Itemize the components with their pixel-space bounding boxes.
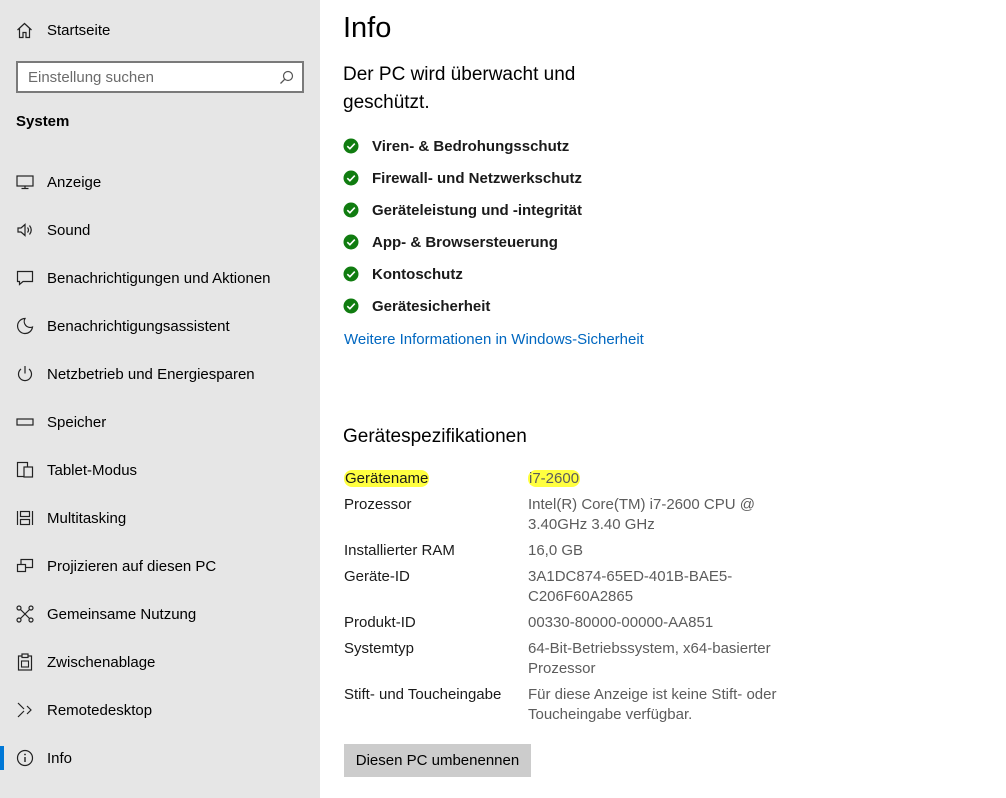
moon-icon [16, 317, 34, 335]
project-icon [16, 557, 34, 575]
speaker-icon [16, 221, 34, 239]
spec-value-ram: 16,0 GB [528, 542, 584, 559]
share-icon [16, 605, 34, 623]
protection-heading: Der PC wird überwacht und geschützt. [343, 64, 576, 113]
spec-key-system-type: Systemtyp [344, 640, 415, 657]
home-label: Startseite [47, 21, 111, 39]
sidebar-item-label: Benachrichtigungen und Aktionen [47, 269, 271, 287]
protection-item: Geräteleistung und -integrität [343, 194, 582, 226]
sidebar-item-anzeige[interactable]: Anzeige [0, 158, 320, 206]
protection-item: Viren- & Bedrohungsschutz [343, 130, 582, 162]
sidebar-item-label: Info [47, 749, 73, 767]
notification-icon [16, 269, 34, 287]
spec-key-device-id: Geräte-ID [344, 568, 410, 585]
spec-row: Geräte-ID 3A1DC874-65ED-401B-BAE5-C206F6… [344, 567, 794, 607]
spec-key-product-id: Produkt-ID [344, 614, 416, 631]
sidebar-item-benachrichtigungsassistent[interactable]: Benachrichtigungsassistent [0, 302, 320, 350]
sidebar-item-multitasking[interactable]: Multitasking [0, 494, 320, 542]
storage-icon [16, 413, 34, 431]
sidebar-item-label: Zwischenablage [47, 653, 156, 671]
sidebar-item-netzbetrieb[interactable]: Netzbetrieb und Energiesparen [0, 350, 320, 398]
spec-value-system-type: 64-Bit-Betriebssystem, x64-basierter Pro… [528, 640, 771, 677]
section-title: System [16, 113, 70, 130]
spec-key-pen-touch: Stift- und Toucheingabe [344, 686, 502, 703]
sidebar-item-label: Tablet-Modus [47, 461, 138, 479]
protection-item: App- & Browsersteuerung [343, 226, 582, 258]
protection-list: Viren- & Bedrohungsschutz Firewall- und … [343, 130, 582, 322]
sidebar-nav: Anzeige Sound Benachrichtigungen und Akt… [0, 158, 320, 782]
sidebar-item-label: Speicher [47, 413, 107, 431]
specs-title: Gerätespezifikationen [343, 426, 527, 447]
search-icon[interactable] [279, 70, 294, 85]
check-circle-icon [343, 266, 359, 282]
spec-row: Systemtyp 64-Bit-Betriebssystem, x64-bas… [344, 639, 794, 679]
spec-row: Installierter RAM 16,0 GB [344, 541, 794, 561]
check-circle-icon [343, 170, 359, 186]
spec-value-device-name: i7-2600 [528, 470, 581, 487]
tablet-icon [16, 461, 34, 479]
spec-value-device-id: 3A1DC874-65ED-401B-BAE5-C206F60A2865 [528, 568, 733, 605]
spec-row: Prozessor Intel(R) Core(TM) i7-2600 CPU … [344, 495, 794, 535]
remote-desktop-icon [16, 701, 34, 719]
sidebar-item-label: Anzeige [47, 173, 102, 191]
search-box[interactable] [16, 61, 304, 93]
info-icon [16, 749, 34, 767]
specs-table: Gerätename i7-2600 Prozessor Intel(R) Co… [344, 469, 794, 731]
home-nav-item[interactable]: Startseite [16, 18, 110, 42]
spec-value-product-id: 00330-80000-00000-AA851 [528, 614, 714, 631]
sidebar-item-label: Benachrichtigungsassistent [47, 317, 230, 335]
windows-security-link[interactable]: Weitere Informationen in Windows-Sicherh… [344, 331, 644, 348]
sidebar-item-zwischenablage[interactable]: Zwischenablage [0, 638, 320, 686]
sidebar-item-label: Remotedesktop [47, 701, 153, 719]
sidebar-item-sound[interactable]: Sound [0, 206, 320, 254]
protection-item-label: Geräteleistung und -integrität [372, 201, 583, 219]
sidebar-item-label: Netzbetrieb und Energiesparen [47, 365, 255, 383]
check-circle-icon [343, 234, 359, 250]
spec-key-processor: Prozessor [344, 496, 412, 513]
sidebar-item-label: Projizieren auf diesen PC [47, 557, 217, 575]
protection-item-label: App- & Browsersteuerung [372, 233, 558, 251]
protection-item-label: Viren- & Bedrohungsschutz [372, 137, 570, 155]
search-input[interactable] [28, 68, 279, 86]
protection-item: Firewall- und Netzwerkschutz [343, 162, 582, 194]
protection-item-label: Kontoschutz [372, 265, 463, 283]
check-circle-icon [343, 298, 359, 314]
protection-item-label: Gerätesicherheit [372, 297, 491, 315]
sidebar-item-benachrichtigungen[interactable]: Benachrichtigungen und Aktionen [0, 254, 320, 302]
multitasking-icon [16, 509, 34, 527]
clipboard-icon [16, 653, 34, 671]
sidebar-item-info[interactable]: Info [0, 734, 320, 782]
rename-pc-button[interactable]: Diesen PC umbenennen [344, 744, 531, 777]
spec-key-ram: Installierter RAM [344, 542, 455, 559]
protection-item: Gerätesicherheit [343, 290, 582, 322]
spec-value-pen-touch: Für diese Anzeige ist keine Stift- oder … [528, 686, 777, 723]
sidebar-item-remotedesktop[interactable]: Remotedesktop [0, 686, 320, 734]
monitor-icon [16, 173, 34, 191]
sidebar-item-label: Multitasking [47, 509, 127, 527]
spec-value-processor: Intel(R) Core(TM) i7-2600 CPU @ 3.40GHz … [528, 496, 755, 533]
check-circle-icon [343, 138, 359, 154]
power-icon [16, 365, 34, 383]
check-circle-icon [343, 202, 359, 218]
protection-item: Kontoschutz [343, 258, 582, 290]
sidebar-item-projizieren[interactable]: Projizieren auf diesen PC [0, 542, 320, 590]
spec-row: Produkt-ID 00330-80000-00000-AA851 [344, 613, 794, 633]
sidebar-item-label: Gemeinsame Nutzung [47, 605, 197, 623]
protection-item-label: Firewall- und Netzwerkschutz [372, 169, 583, 187]
page-title: Info [343, 12, 392, 44]
spec-row: Gerätename i7-2600 [344, 469, 794, 489]
spec-key-device-name: Gerätename [344, 470, 430, 487]
spec-row: Stift- und Toucheingabe Für diese Anzeig… [344, 685, 794, 725]
sidebar-item-gemeinsame-nutzung[interactable]: Gemeinsame Nutzung [0, 590, 320, 638]
sidebar-item-speicher[interactable]: Speicher [0, 398, 320, 446]
home-icon [16, 22, 33, 39]
sidebar: Startseite System Anzeige Sound Benachri… [0, 0, 320, 798]
sidebar-item-label: Sound [47, 221, 91, 239]
sidebar-item-tablet-modus[interactable]: Tablet-Modus [0, 446, 320, 494]
